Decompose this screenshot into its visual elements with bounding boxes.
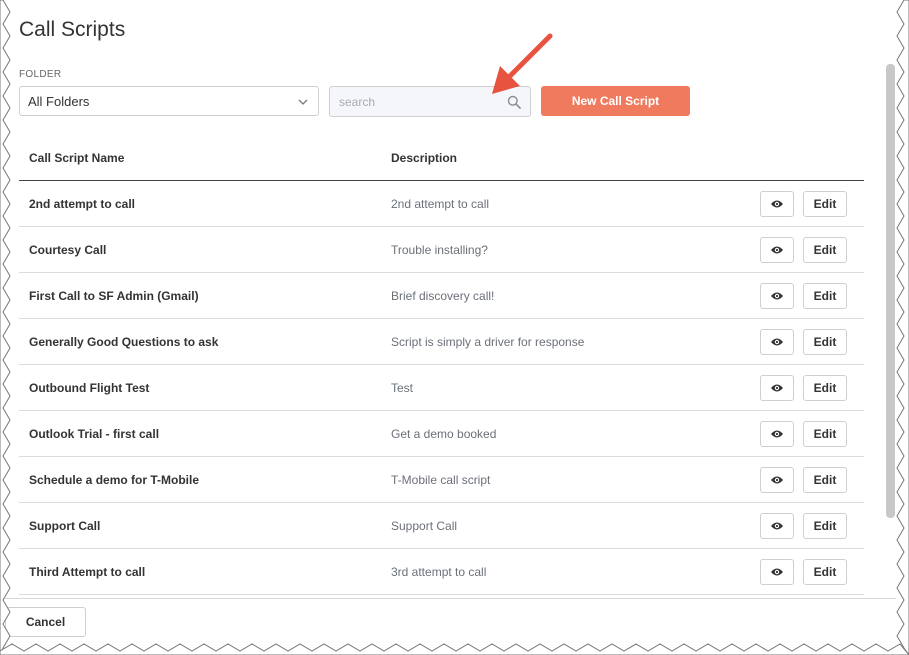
table-row: Generally Good Questions to ask Script is… <box>19 319 864 365</box>
call-script-name: Third Attempt to call <box>29 565 146 579</box>
call-script-description: Script is simply a driver for response <box>391 335 585 349</box>
table-row: First Call to SF Admin (Gmail) Brief disc… <box>19 273 864 319</box>
edit-button[interactable]: Edit <box>803 375 847 401</box>
call-script-description: Test <box>391 381 414 395</box>
table-body: 2nd attempt to call 2nd attempt to call Ed… <box>19 181 864 595</box>
new-call-script-button[interactable]: New Call Script <box>541 86 690 116</box>
call-script-description: Get a demo booked <box>391 427 497 441</box>
call-script-name: Outlook Trial - first call <box>29 427 160 441</box>
call-script-name: Courtesy Call <box>29 243 107 257</box>
folder-label: FOLDER <box>19 69 62 80</box>
view-button[interactable] <box>760 329 794 355</box>
call-script-name: Schedule a demo for T-Mobile <box>29 473 200 487</box>
edit-button[interactable]: Edit <box>803 329 847 355</box>
eye-icon <box>771 200 783 208</box>
call-script-name: First Call to SF Admin (Gmail) <box>29 289 199 303</box>
edit-button[interactable]: Edit <box>803 237 847 263</box>
chevron-down-icon <box>298 99 308 105</box>
call-script-description: Brief discovery call! <box>391 289 495 303</box>
call-script-description: Support Call <box>391 519 458 533</box>
torn-edge-right <box>896 0 909 655</box>
view-button[interactable] <box>760 421 794 447</box>
eye-icon <box>771 246 783 254</box>
column-header-description: Description <box>391 151 458 165</box>
view-button[interactable] <box>760 191 794 217</box>
view-button[interactable] <box>760 375 794 401</box>
arrow-icon <box>492 33 553 94</box>
view-button[interactable] <box>760 237 794 263</box>
call-script-description: 2nd attempt to call <box>391 197 490 211</box>
folder-select-value: All Folders <box>28 93 90 109</box>
call-script-description: 3rd attempt to call <box>391 565 487 579</box>
eye-icon <box>771 522 783 530</box>
edit-button[interactable]: Edit <box>803 283 847 309</box>
edit-button[interactable]: Edit <box>803 513 847 539</box>
torn-edge-left <box>0 0 11 655</box>
eye-icon <box>771 430 783 438</box>
table-header: Call Script Name Description <box>19 136 864 181</box>
eye-icon <box>771 338 783 346</box>
table-row: 2nd attempt to call 2nd attempt to call Ed… <box>19 181 864 227</box>
view-button[interactable] <box>760 559 794 585</box>
torn-edge-bottom <box>0 643 909 655</box>
view-button[interactable] <box>760 513 794 539</box>
table-row: Courtesy Call Trouble installing? Edit <box>19 227 864 273</box>
table-row: Outbound Flight Test Test Edit <box>19 365 864 411</box>
edit-button[interactable]: Edit <box>803 191 847 217</box>
column-header-name: Call Script Name <box>29 151 125 165</box>
call-script-description: T-Mobile call script <box>391 473 491 487</box>
cancel-button[interactable]: Cancel <box>5 607 86 637</box>
call-script-name: Outbound Flight Test <box>29 381 150 395</box>
eye-icon <box>771 384 783 392</box>
call-scripts-table: Call Script Name Description 2nd attempt… <box>19 136 864 595</box>
folder-select[interactable]: All Folders <box>19 86 319 116</box>
view-button[interactable] <box>760 467 794 493</box>
call-script-description: Trouble installing? <box>391 243 488 257</box>
table-row: Schedule a demo for T-Mobile T-Mobile cal… <box>19 457 864 503</box>
edit-button[interactable]: Edit <box>803 467 847 493</box>
table-row: Outlook Trial - first call Get a demo boo… <box>19 411 864 457</box>
table-row: Third Attempt to call 3rd attempt to call… <box>19 549 864 595</box>
view-button[interactable] <box>760 283 794 309</box>
call-script-name: Generally Good Questions to ask <box>29 335 219 349</box>
eye-icon <box>771 568 783 576</box>
call-script-name: 2nd attempt to call <box>29 197 136 211</box>
edit-button[interactable]: Edit <box>803 559 847 585</box>
eye-icon <box>771 292 783 300</box>
eye-icon <box>771 476 783 484</box>
call-script-name: Support Call <box>29 519 101 533</box>
table-row: Support Call Support Call Edit <box>19 503 864 549</box>
edit-button[interactable]: Edit <box>803 421 847 447</box>
page-title: Call Scripts <box>19 18 126 41</box>
